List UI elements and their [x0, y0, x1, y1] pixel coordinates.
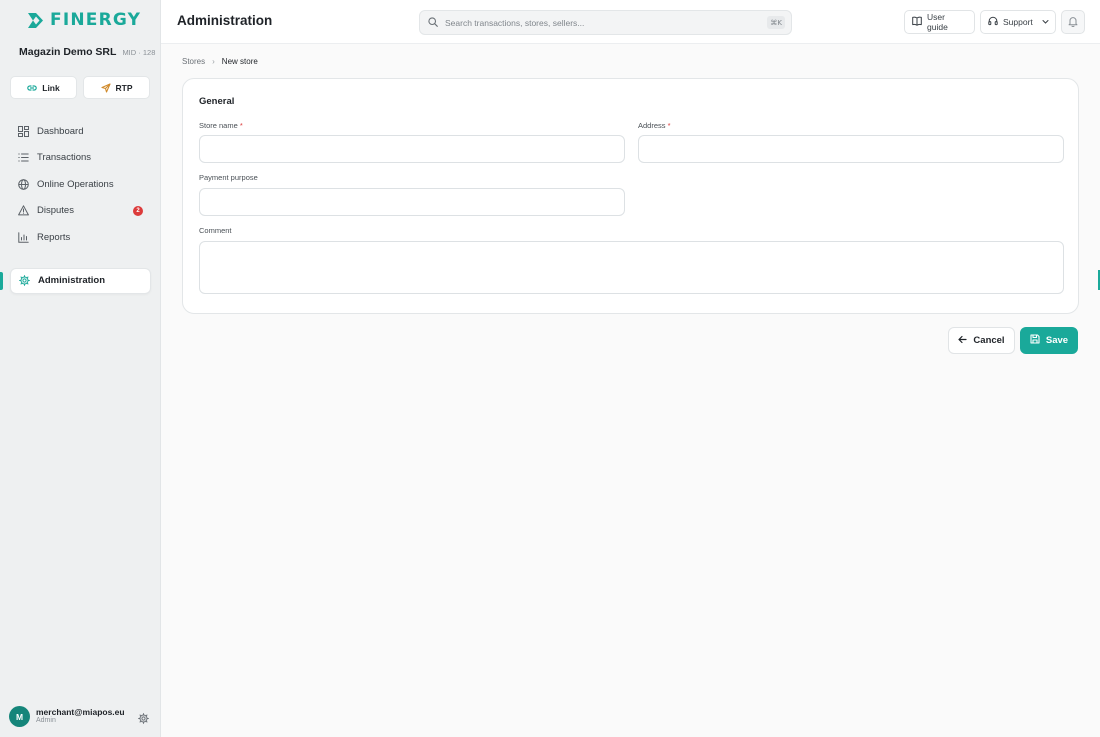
payment-purpose-input[interactable] — [199, 188, 625, 216]
main-nav: Dashboard Transactions Online Operations — [10, 118, 151, 295]
brand-name: FINERGY — [50, 10, 142, 30]
nav-label-disputes: Disputes — [37, 205, 74, 217]
avatar: M — [9, 706, 30, 727]
save-button[interactable]: Save — [1020, 327, 1078, 354]
user-info: merchant@miapos.eu Admin — [36, 707, 125, 726]
nav-item-administration[interactable]: Administration — [10, 267, 151, 294]
book-icon — [912, 16, 922, 28]
nav-item-transactions[interactable]: Transactions — [10, 145, 151, 171]
arrow-left-icon — [958, 335, 968, 347]
breadcrumb: Stores › New store — [182, 57, 258, 66]
company-info: Magazin Demo SRL MID · 128 — [19, 46, 155, 58]
nav-item-dashboard[interactable]: Dashboard — [10, 118, 151, 144]
link-icon — [27, 83, 38, 93]
list-icon — [18, 152, 29, 163]
nav-item-disputes[interactable]: Disputes 2 — [10, 198, 151, 224]
search-shortcut-hint: ⌘K — [767, 16, 785, 29]
globe-icon — [18, 178, 29, 190]
search-input[interactable] — [445, 17, 745, 28]
company-name: Magazin Demo SRL — [19, 46, 117, 58]
breadcrumb-separator: › — [212, 57, 215, 66]
required-marker: * — [239, 121, 243, 130]
comment-label: Comment — [199, 226, 232, 235]
address-label: Address * — [638, 121, 671, 130]
rtp-button-label: RTP — [115, 82, 133, 93]
bell-icon — [1068, 16, 1078, 29]
page-title: Administration — [177, 13, 273, 28]
warning-icon — [18, 205, 29, 216]
settings-icon[interactable] — [138, 711, 149, 729]
cancel-button[interactable]: Cancel — [948, 327, 1015, 354]
required-marker: * — [667, 121, 671, 130]
nav-item-reports[interactable]: Reports — [10, 224, 151, 250]
nav-label-administration: Administration — [38, 275, 106, 287]
cancel-label: Cancel — [973, 335, 1005, 346]
bar-chart-icon — [18, 232, 29, 243]
general-form-card: General Store name * Address * Payment p… — [182, 78, 1079, 314]
nav-label-transactions: Transactions — [37, 152, 92, 164]
store-name-label: Store name * — [199, 121, 243, 130]
breadcrumb-stores[interactable]: Stores — [182, 57, 205, 66]
address-label-text: Address — [638, 121, 666, 130]
store-name-input[interactable] — [199, 135, 625, 163]
sidebar: FINERGY Magazin Demo SRL MID · 128 Link — [0, 0, 161, 737]
breadcrumb-current: New store — [221, 57, 258, 66]
disputes-count-badge: 2 — [133, 205, 143, 216]
address-input[interactable] — [638, 135, 1064, 163]
support-label: Support — [1003, 17, 1033, 27]
chevron-down-icon — [1042, 17, 1049, 27]
quick-actions: Link RTP — [10, 76, 150, 99]
nav-label-dashboard: Dashboard — [37, 125, 84, 137]
gear-icon — [19, 275, 30, 287]
nav-label-reports: Reports — [37, 231, 71, 243]
link-button[interactable]: Link — [10, 76, 77, 99]
payment-purpose-label: Payment purpose — [199, 173, 258, 182]
finergy-logo-icon — [27, 12, 44, 29]
support-dropdown[interactable]: Support — [980, 10, 1056, 34]
active-nav-indicator — [0, 272, 3, 290]
form-actions: Cancel Save — [948, 327, 1078, 354]
save-label: Save — [1045, 335, 1069, 346]
main-content: Administration ⌘K User guide — [161, 0, 1100, 737]
nav-divider — [10, 251, 151, 268]
dashboard-icon — [18, 125, 29, 137]
nav-item-online-operations[interactable]: Online Operations — [10, 171, 151, 197]
store-name-label-text: Store name — [199, 121, 238, 130]
user-role: Admin — [36, 717, 56, 725]
send-icon — [100, 82, 111, 93]
headset-icon — [988, 16, 998, 28]
rtp-button[interactable]: RTP — [83, 76, 150, 99]
save-icon — [1030, 334, 1040, 347]
link-button-label: Link — [42, 82, 60, 93]
notifications-button[interactable] — [1061, 10, 1085, 34]
comment-textarea[interactable] — [199, 241, 1064, 294]
top-bar: Administration ⌘K User guide — [161, 0, 1100, 44]
nav-label-online-operations: Online Operations — [37, 178, 114, 190]
section-title: General — [199, 96, 235, 107]
user-guide-label: User guide — [927, 12, 948, 32]
brand-logo[interactable]: FINERGY — [27, 10, 141, 30]
user-guide-button[interactable]: User guide — [904, 10, 975, 34]
merchant-id: MID · 128 — [122, 48, 156, 57]
user-profile[interactable]: M merchant@miapos.eu Admin — [9, 706, 151, 727]
user-email: merchant@miapos.eu — [36, 706, 125, 717]
global-search[interactable]: ⌘K — [419, 10, 792, 35]
search-icon — [428, 14, 438, 32]
